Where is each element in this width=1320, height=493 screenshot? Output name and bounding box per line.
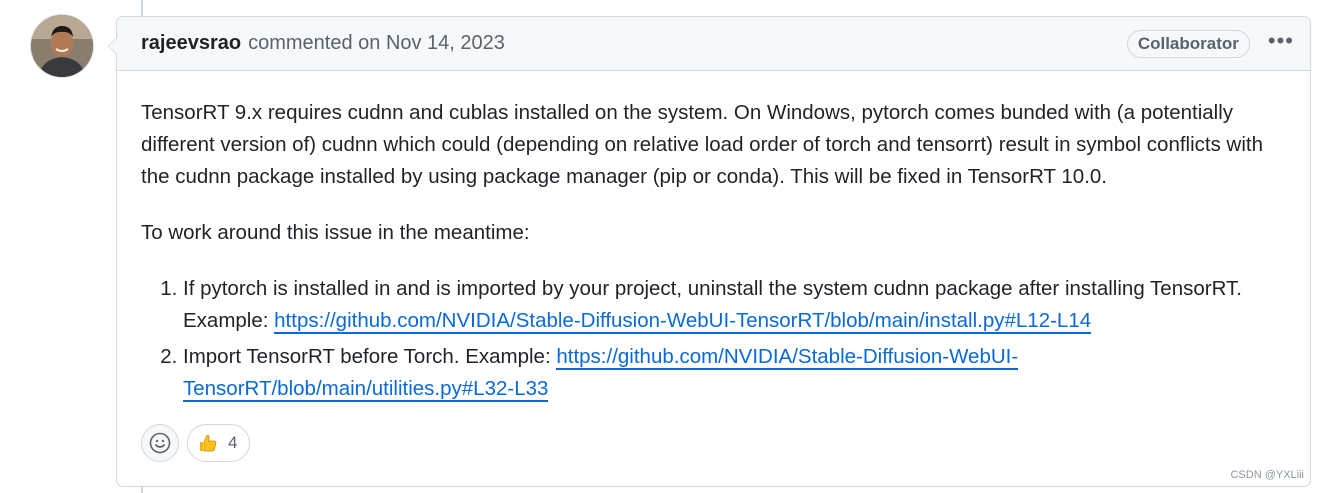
workaround-steps-list: If pytorch is installed in and is import…	[141, 273, 1286, 405]
comment-meta: commented on Nov 14, 2023	[248, 32, 505, 55]
comment-header: rajeevsrao commented on Nov 14, 2023 Col…	[117, 17, 1310, 71]
thumbs-up-reaction-button[interactable]: 4	[187, 424, 251, 462]
comment-body: TensorRT 9.x requires cudnn and cublas i…	[117, 71, 1310, 405]
comment-date-link[interactable]: Nov 14, 2023	[386, 32, 505, 54]
body-paragraph-1: TensorRT 9.x requires cudnn and cublas i…	[141, 101, 1264, 188]
comment-action: commented on	[248, 32, 381, 54]
reaction-count: 4	[228, 433, 238, 452]
step-1-link[interactable]: https://github.com/NVIDIA/Stable-Diffusi…	[274, 309, 1092, 334]
list-item: Import TensorRT before Torch. Example: h…	[183, 341, 1286, 405]
add-reaction-button[interactable]	[141, 424, 179, 462]
header-actions: Collaborator •••	[1126, 29, 1294, 58]
body-paragraph-2: To work around this issue in the meantim…	[141, 221, 530, 244]
collaborator-badge: Collaborator	[1126, 29, 1250, 58]
kebab-horizontal-icon[interactable]: •••	[1268, 29, 1294, 58]
avatar-photo-icon	[31, 15, 93, 77]
reactions-bar: 4	[141, 424, 251, 462]
step-2-text: Import TensorRT before Torch. Example:	[183, 345, 557, 368]
comment-card: rajeevsrao commented on Nov 14, 2023 Col…	[108, 16, 1311, 487]
author-name-link[interactable]: rajeevsrao	[141, 32, 241, 55]
thumbs-up-icon	[200, 435, 217, 452]
watermark: CSDN @YXLiii	[1230, 469, 1304, 481]
list-item: If pytorch is installed in and is import…	[183, 273, 1286, 337]
author-avatar[interactable]	[31, 15, 93, 77]
smiley-icon	[149, 432, 171, 454]
